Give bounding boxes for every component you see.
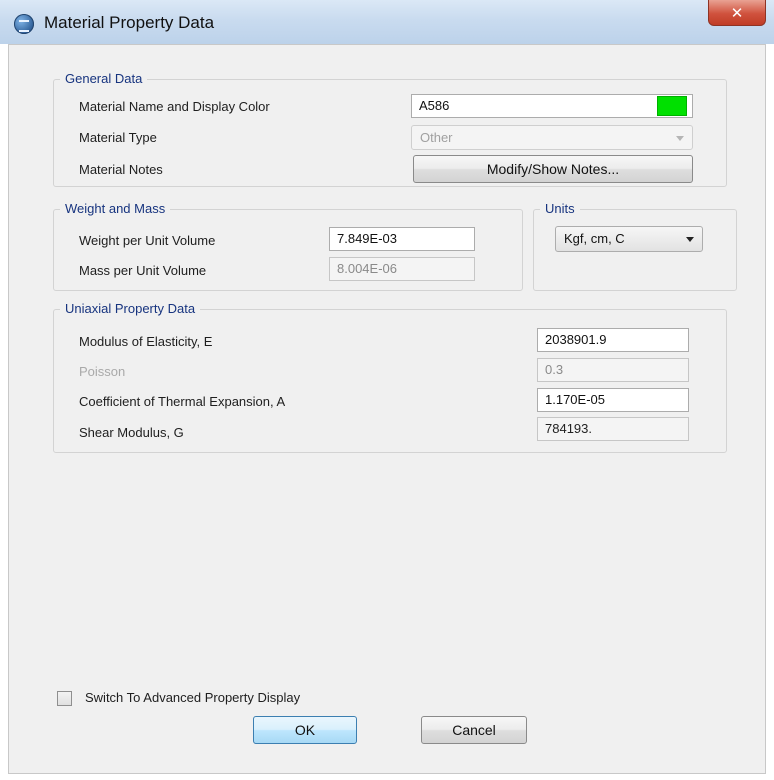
shear-modulus-field: 784193.	[537, 417, 689, 441]
thermal-expansion-input[interactable]: 1.170E-05	[537, 388, 689, 412]
uniaxial-property-title: Uniaxial Property Data	[60, 301, 201, 316]
material-name-input[interactable]: A586	[411, 94, 693, 118]
mass-per-volume-label: Mass per Unit Volume	[79, 263, 207, 278]
material-type-value: Other	[420, 130, 453, 145]
units-select[interactable]: Kgf, cm, C	[555, 226, 703, 252]
app-icon	[14, 14, 34, 34]
chevron-down-icon	[686, 237, 694, 242]
material-name-label: Material Name and Display Color	[79, 99, 270, 114]
general-data-title: General Data	[60, 71, 148, 86]
chevron-down-icon	[676, 136, 684, 141]
dialog-body: General Data Material Name and Display C…	[8, 44, 766, 774]
modulus-elasticity-label: Modulus of Elasticity, E	[79, 334, 213, 349]
cancel-button[interactable]: Cancel	[421, 716, 527, 744]
title-bar[interactable]: Material Property Data ✕	[0, 0, 774, 44]
material-type-select: Other	[411, 125, 693, 150]
material-notes-label: Material Notes	[79, 162, 163, 177]
weight-per-volume-input[interactable]: 7.849E-03	[329, 227, 475, 251]
window-title: Material Property Data	[44, 13, 215, 32]
display-color-swatch[interactable]	[657, 96, 687, 116]
shear-modulus-label: Shear Modulus, G	[79, 425, 184, 440]
advanced-display-label[interactable]: Switch To Advanced Property Display	[85, 690, 300, 705]
mass-per-volume-field: 8.004E-06	[329, 257, 475, 281]
material-type-label: Material Type	[79, 130, 157, 145]
modulus-elasticity-input[interactable]: 2038901.9	[537, 328, 689, 352]
close-button[interactable]: ✕	[708, 0, 766, 26]
units-title: Units	[540, 201, 580, 216]
ok-button[interactable]: OK	[253, 716, 357, 744]
weight-per-volume-label: Weight per Unit Volume	[79, 233, 216, 248]
thermal-expansion-label: Coefficient of Thermal Expansion, A	[79, 394, 286, 409]
poisson-field: 0.3	[537, 358, 689, 382]
weight-mass-title: Weight and Mass	[60, 201, 171, 216]
advanced-display-checkbox[interactable]	[57, 691, 72, 706]
modify-show-notes-button[interactable]: Modify/Show Notes...	[413, 155, 693, 183]
units-value: Kgf, cm, C	[564, 231, 625, 246]
close-icon: ✕	[730, 3, 744, 22]
poisson-label: Poisson	[79, 364, 126, 379]
